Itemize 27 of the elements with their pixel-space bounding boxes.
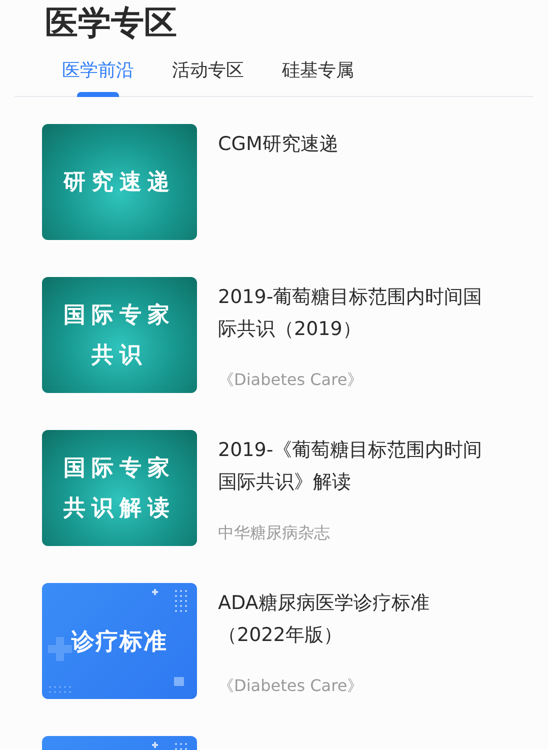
thumbnail-caption: 诊疗标准 [72,628,168,656]
article-thumbnail[interactable]: 国际专家 共识解读 [42,430,197,546]
article-title[interactable]: 2019-《葡萄糖目标范围内时间国际共识》解读 [218,434,490,498]
dot-grid-icon [49,686,71,693]
page-title: 医学专区 [44,2,178,44]
tab[interactable]: 硅基专属 [282,58,354,96]
article-source: 《Diabetes Care》 [218,369,364,391]
article-title[interactable]: 2019-葡萄糖目标范围内时间国际共识（2019） [218,281,490,345]
article-thumbnail[interactable]: 国际专家 共识 [42,277,197,393]
plus-icon [152,742,158,748]
dot-grid-icon [175,743,187,750]
tab[interactable]: 活动专区 [172,58,244,96]
dot-grid-icon [175,590,187,612]
thumbnail-caption: 研究速递 [64,169,176,197]
article-source: 《Diabetes Care》 [218,675,364,697]
thumbnail-caption: 共识解读 [64,495,176,523]
article-title[interactable]: ADA糖尿病医学诊疗标准（2022年版） [218,587,490,651]
article-thumbnail[interactable]: 诊疗标准 [42,583,197,699]
article-source: 中华糖尿病杂志 [218,522,331,544]
article-title[interactable]: CGM研究速递 [218,128,490,160]
thumbnail-caption: 共识 [92,342,148,370]
thumbnail-caption: 国际专家 [64,302,176,330]
thumbnail-caption: 国际专家 [64,454,176,483]
plus-icon [48,637,72,661]
tab[interactable]: 医学前沿 [62,58,134,96]
box-icon [174,677,184,686]
plus-icon [152,589,158,595]
